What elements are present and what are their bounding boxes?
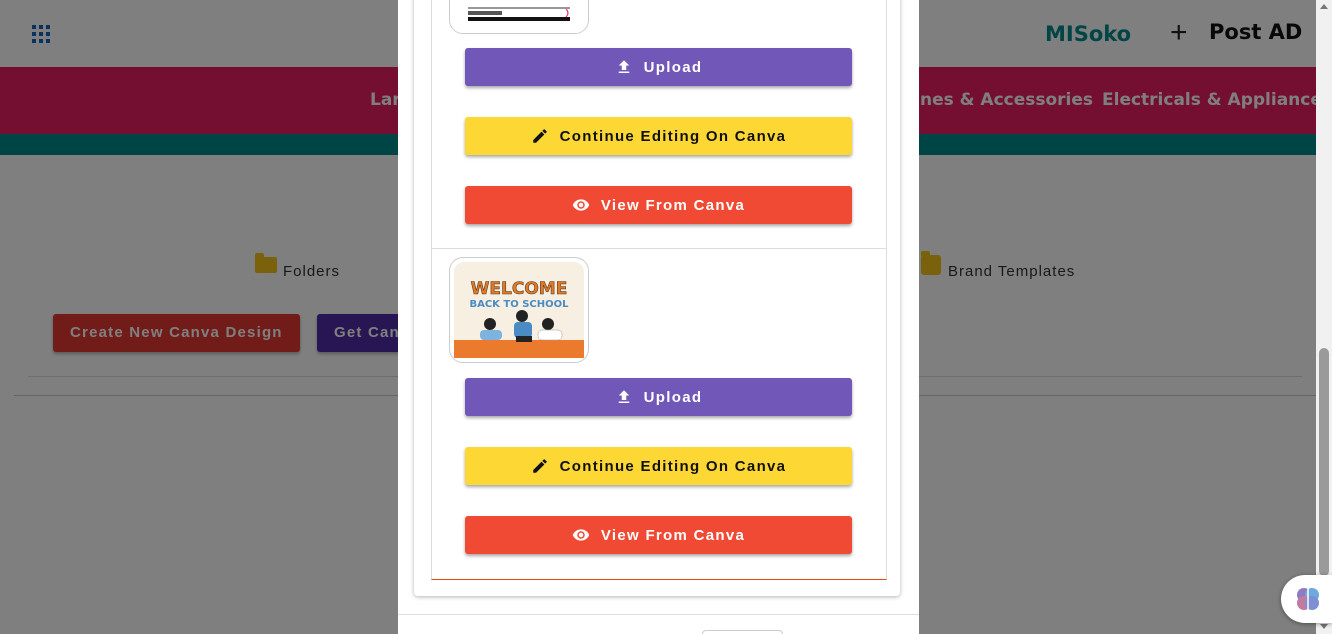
list-divider xyxy=(431,248,886,249)
upload-label: Upload xyxy=(643,388,703,406)
design-thumbnail xyxy=(449,0,589,34)
upload-label: Upload xyxy=(643,58,703,76)
view-from-canva-label: View From Canva xyxy=(600,526,746,544)
canva-designs-modal: Upload Continue Editing On Canva View Fr… xyxy=(398,0,919,634)
eye-icon xyxy=(572,199,590,211)
pencil-icon xyxy=(532,459,547,473)
design-thumbnail-back-to-school: WELCOME BACK TO SCHOOL xyxy=(449,257,589,363)
eye-icon xyxy=(572,529,590,541)
modal-footer-divider xyxy=(398,614,919,615)
page-scrollbar[interactable] xyxy=(1316,0,1332,634)
continue-editing-label: Continue Editing On Canva xyxy=(559,457,787,475)
upload-button[interactable]: Upload xyxy=(465,48,852,86)
thumbnail-title: WELCOME xyxy=(471,279,568,299)
brain-icon xyxy=(1297,588,1319,610)
upload-icon xyxy=(618,390,629,403)
view-from-canva-button[interactable]: View From Canva xyxy=(465,186,852,224)
scrollbar-thumb[interactable] xyxy=(1319,348,1329,576)
scroll-up-arrow[interactable] xyxy=(1320,4,1328,9)
continue-editing-button[interactable]: Continue Editing On Canva xyxy=(465,117,852,155)
continue-editing-label: Continue Editing On Canva xyxy=(559,127,787,145)
view-from-canva-button[interactable]: View From Canva xyxy=(465,516,852,554)
continue-editing-button[interactable]: Continue Editing On Canva xyxy=(465,447,852,485)
assistant-launcher[interactable] xyxy=(1281,575,1332,623)
view-from-canva-label: View From Canva xyxy=(600,196,746,214)
upload-icon xyxy=(618,60,629,73)
thumbnail-subtitle: BACK TO SCHOOL xyxy=(469,299,569,310)
pencil-icon xyxy=(532,129,547,143)
modal-footer-button[interactable] xyxy=(702,630,783,634)
upload-button[interactable]: Upload xyxy=(465,378,852,416)
scroll-down-arrow[interactable] xyxy=(1320,624,1328,629)
